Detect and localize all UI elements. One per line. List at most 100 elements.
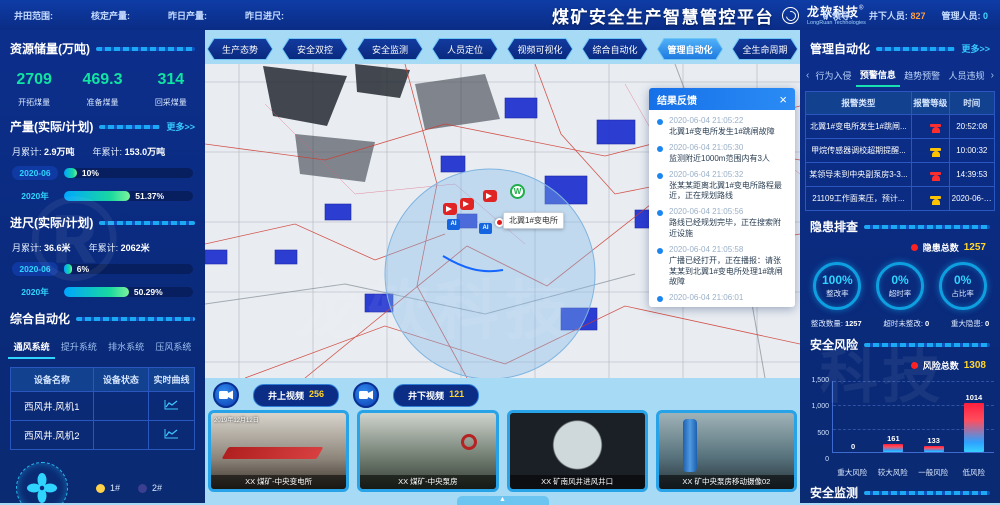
topbar-stats: 井田范围: 核定产量: 昨日产量: 昨日进尺: bbox=[0, 9, 284, 22]
tab-personnel-location[interactable]: 人员定位 bbox=[433, 39, 497, 59]
video-scene-decoration bbox=[461, 434, 477, 450]
table-row[interactable]: 甲烷传感器调校超期提醒... 10:00:32 bbox=[806, 139, 995, 163]
tab-safety-dual-control[interactable]: 安全双控 bbox=[283, 39, 347, 59]
video-feed-air-inlet[interactable]: XX 矿南风井进风井口 bbox=[507, 410, 648, 492]
tab-safety-monitoring[interactable]: 安全监测 bbox=[358, 39, 422, 59]
field-yesterday-output: 昨日产量: bbox=[168, 9, 207, 22]
production-title: 产量(实际/计划) bbox=[10, 118, 93, 135]
red-dot-icon bbox=[911, 362, 918, 369]
broadcast-speaker-icon[interactable] bbox=[460, 198, 474, 210]
surface-camera-icon[interactable] bbox=[213, 382, 239, 408]
feedback-message: 2020-06-04 21:05:56 路线已经规划完毕，正在搜索附近设施 bbox=[657, 207, 787, 240]
right-panel: 管理自动化 更多>> ‹ 行为入侵 预警信息 趋势预警 人员违规 › 报警类型 … bbox=[800, 30, 1000, 503]
header-line bbox=[876, 47, 955, 51]
tab-hoisting[interactable]: 提升系统 bbox=[55, 335, 102, 359]
col-alarm-time: 时间 bbox=[949, 92, 994, 115]
feedback-popup: 结果反馈 × 2020-06-04 21:05:22 北翼1#变电所发生1#跳闸… bbox=[649, 88, 795, 307]
header-line bbox=[864, 225, 990, 229]
surface-video-button[interactable]: 井上视频256 bbox=[253, 384, 339, 407]
curve-chart-icon bbox=[164, 399, 179, 410]
feedback-message: 2020-06-04 21:05:32 张某某距离北翼1#变电所路程最近，正在规… bbox=[657, 170, 787, 203]
tab-management-automation[interactable]: 管理自动化 bbox=[658, 39, 722, 59]
table-row[interactable]: 北翼1#变电所发生1#跳闸... 20:52:08 bbox=[806, 115, 995, 139]
tabs-prev-icon[interactable]: ‹ bbox=[804, 70, 811, 81]
risk-title: 安全风险 bbox=[810, 336, 858, 353]
video-feed-pump-room[interactable]: XX 煤矿-中央泵房 bbox=[357, 410, 498, 492]
device-table: 设备名称 设备状态 实时曲线 西风井.风机1 西风井.风机2 bbox=[10, 367, 195, 450]
hidden-danger-title: 隐患排查 bbox=[810, 218, 858, 235]
footage-year-bar: 2020年 50.29% bbox=[0, 284, 205, 300]
manager-count: 管理人员: 0 bbox=[941, 9, 988, 22]
video-caption: XX 矿中央泵房移动摄像02 bbox=[659, 475, 794, 489]
device-name: 西风井.风机1 bbox=[11, 392, 94, 421]
overtime-rate-gauge: 0% 超时率 bbox=[876, 262, 924, 310]
tab-compressed-air[interactable]: 压风系统 bbox=[150, 335, 197, 359]
progress-track: 51.37% bbox=[64, 191, 193, 201]
feedback-message: 2020-06-04 21:06:01 bbox=[657, 293, 787, 302]
management-automation-title: 管理自动化 bbox=[810, 40, 870, 57]
bar-general-risk: 133 bbox=[914, 381, 954, 452]
header-line bbox=[99, 125, 160, 129]
reserves-stats: 2709 开拓煤量 469.3 准备煤量 314 回采煤量 bbox=[0, 71, 205, 108]
hidden-danger-subs: 整改数量:1257 超时未整改:0 重大隐患:0 bbox=[800, 318, 1000, 329]
mine-leader-label: 矿领导: bbox=[823, 9, 853, 22]
tab-drainage[interactable]: 排水系统 bbox=[103, 335, 150, 359]
topbar-personnel: 矿领导: 井下人员: 827 管理人员: 0 bbox=[823, 0, 988, 30]
alarm-table: 报警类型 报警等级 时间 北翼1#变电所发生1#跳闸... 20:52:08 甲… bbox=[805, 91, 995, 211]
stat-recoverable: 314 回采煤量 bbox=[137, 71, 205, 108]
production-more-link[interactable]: 更多>> bbox=[166, 120, 195, 133]
video-feed-mobile-camera[interactable]: XX 矿中央泵房移动摄像02 bbox=[656, 410, 797, 492]
tab-full-lifecycle[interactable]: 全生命周期 bbox=[733, 39, 797, 59]
fan-icon[interactable] bbox=[16, 462, 68, 503]
monitoring-title: 安全监测 bbox=[810, 484, 858, 501]
feedback-message: 2020-06-04 21:05:30 监测附近1000m范围内有3人 bbox=[657, 143, 787, 165]
tab-video-visualization[interactable]: 视频可视化 bbox=[508, 39, 572, 59]
tab-warning-info[interactable]: 预警信息 bbox=[856, 63, 900, 87]
feedback-message: 2020-06-04 21:05:22 北翼1#变电所发生1#跳闸故障 bbox=[657, 116, 787, 138]
tabs-next-icon[interactable]: › bbox=[989, 70, 996, 81]
w-station-marker[interactable]: W bbox=[510, 184, 525, 199]
field-mine-range: 井田范围: bbox=[14, 9, 53, 22]
progress-fill bbox=[64, 264, 72, 274]
legend-dot-2 bbox=[138, 484, 147, 493]
col-device-status: 设备状态 bbox=[93, 368, 148, 392]
tab-behavior-intrusion[interactable]: 行为入侵 bbox=[811, 64, 855, 86]
table-row[interactable]: 21109工作面来压，预计... 2020-06-06 bbox=[806, 187, 995, 211]
ai-camera-icon[interactable]: AI bbox=[479, 223, 492, 234]
tab-trend-warning[interactable]: 趋势预警 bbox=[900, 64, 944, 86]
tab-integrated-automation[interactable]: 综合自动化 bbox=[583, 39, 647, 59]
automation-tabs: 通风系统 提升系统 排水系统 压风系统 bbox=[0, 335, 205, 359]
bar-major-risk: 0 bbox=[833, 381, 873, 452]
broadcast-speaker-icon[interactable] bbox=[443, 203, 457, 215]
progress-track: 50.29% bbox=[64, 287, 193, 297]
footage-accumulation: 月累计: 36.6米 年累计: 2062米 bbox=[0, 241, 205, 254]
collapse-handle[interactable]: ▲ bbox=[457, 496, 549, 505]
substation-map-label[interactable]: 北翼1#变电所 bbox=[503, 212, 564, 229]
underground-count: 井下人员: 827 bbox=[869, 9, 926, 22]
tab-ventilation[interactable]: 通风系统 bbox=[8, 335, 55, 359]
table-row[interactable]: 某领导未到中央副泵房3-3... 14:39:53 bbox=[806, 163, 995, 187]
top-bar: 井田范围: 核定产量: 昨日产量: 昨日进尺: 煤矿安全生产智慧管控平台 龙软科… bbox=[0, 0, 1000, 30]
progress-fill bbox=[64, 287, 129, 297]
video-scene-decoration bbox=[683, 419, 697, 472]
header-line bbox=[864, 343, 990, 347]
feedback-message: 2020-06-04 21:05:58 广播已经打开，正在播报：请张某某到北翼1… bbox=[657, 245, 787, 288]
header-line bbox=[76, 317, 195, 321]
curve-chart-icon bbox=[164, 428, 179, 439]
video-feed-substation[interactable]: 2019年12月12日 XX 煤矿-中央变电所 bbox=[208, 410, 349, 492]
underground-video-button[interactable]: 井下视频121 bbox=[393, 384, 479, 407]
table-row: 西风井.风机1 bbox=[11, 392, 195, 421]
tab-personnel-violation[interactable]: 人员违规 bbox=[944, 64, 988, 86]
left-panel: 资源储量(万吨) 2709 开拓煤量 469.3 准备煤量 314 回采煤量 产… bbox=[0, 30, 205, 503]
risk-total: 风险总数 1308 bbox=[800, 359, 1000, 372]
ai-camera-icon[interactable]: AI bbox=[447, 219, 460, 230]
management-more-link[interactable]: 更多>> bbox=[961, 42, 990, 55]
stat-prepared: 469.3 准备煤量 bbox=[68, 71, 136, 108]
close-icon[interactable]: × bbox=[779, 93, 787, 106]
device-name: 西风井.风机2 bbox=[11, 421, 94, 450]
progress-fill bbox=[64, 191, 130, 201]
tab-production-situation[interactable]: 生产态势 bbox=[208, 39, 272, 59]
underground-camera-icon[interactable] bbox=[353, 382, 379, 408]
production-month-bar: 2020-06 10% bbox=[0, 166, 205, 180]
broadcast-speaker-icon[interactable] bbox=[483, 190, 497, 202]
